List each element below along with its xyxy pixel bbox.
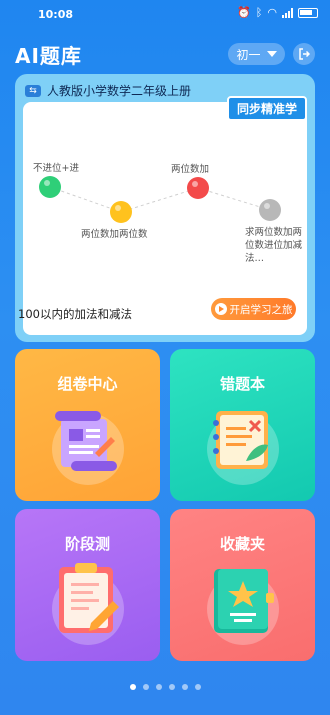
bluetooth-icon: ᛒ xyxy=(255,6,263,19)
page-dot[interactable] xyxy=(143,684,149,690)
tile-wrong-notebook[interactable]: 错题本 xyxy=(170,349,315,501)
status-time: 10:08 xyxy=(38,8,74,21)
path-node-2 xyxy=(110,201,132,223)
tile-paper-center[interactable]: 组卷中心 xyxy=(15,349,160,501)
page-indicator xyxy=(130,684,201,690)
path-node-label: 两位数加 xyxy=(171,164,210,175)
page-dot[interactable] xyxy=(169,684,175,690)
start-learning-button[interactable]: 开启学习之旅 xyxy=(211,298,296,320)
start-learning-label: 开启学习之旅 xyxy=(229,303,293,316)
path-node-label: 两位数加两位数 xyxy=(81,229,148,240)
caret-down-icon xyxy=(266,51,277,57)
tile-stage-test[interactable]: 阶段测 xyxy=(15,509,160,661)
page-dot[interactable] xyxy=(156,684,162,690)
battery-icon xyxy=(298,7,318,18)
notebook-wrong-icon xyxy=(213,411,268,469)
logout-button[interactable] xyxy=(293,43,315,65)
wifi-icon: ◠ xyxy=(267,6,277,19)
course-unit-title: 100以内的加法和减法 xyxy=(18,307,132,321)
logout-icon xyxy=(299,48,310,60)
scroll-paper-icon xyxy=(55,411,117,471)
path-node-label: 不进位+进 xyxy=(33,163,79,174)
path-node-label: 求两位数加两位数进位加减法… xyxy=(245,227,303,264)
play-icon xyxy=(214,303,227,315)
path-node-1 xyxy=(39,176,61,198)
alarm-icon: ⏰ xyxy=(237,6,251,19)
clipboard-test-icon xyxy=(59,563,119,633)
status-bar: 10:08 ⏰ ᛒ ◠ xyxy=(0,0,330,26)
path-node-4 xyxy=(259,199,281,221)
course-title: 人教版小学数学二年级上册 xyxy=(47,84,192,98)
course-title-row[interactable]: ⇆ 人教版小学数学二年级上册 xyxy=(25,82,191,99)
tile-favorites[interactable]: 收藏夹 xyxy=(170,509,315,661)
signal-icon xyxy=(282,7,293,18)
page-dot[interactable] xyxy=(130,684,136,690)
page-dot[interactable] xyxy=(195,684,201,690)
grade-select[interactable]: 初一 xyxy=(228,43,285,65)
status-icons: ⏰ ᛒ ◠ xyxy=(237,6,318,19)
app-title: AI题库 xyxy=(15,44,82,68)
sync-learn-badge: 同步精准学 xyxy=(226,96,307,121)
page-dot[interactable] xyxy=(182,684,188,690)
grade-select-value: 初一 xyxy=(236,47,261,62)
path-node-3 xyxy=(187,177,209,199)
star-book-icon xyxy=(214,569,274,633)
swap-icon: ⇆ xyxy=(25,84,41,97)
